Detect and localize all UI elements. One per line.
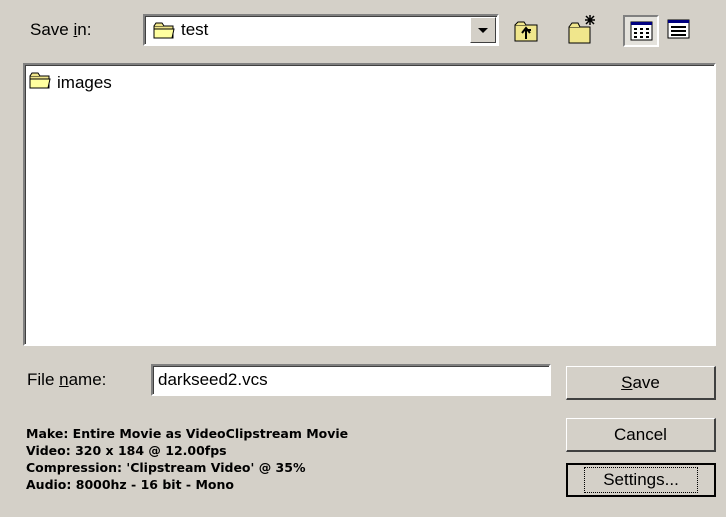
folder-icon	[153, 22, 175, 44]
list-view-button[interactable]	[623, 15, 659, 47]
info-video: Video: 320 x 184 @ 12.00fps	[26, 443, 227, 458]
list-view-icon	[630, 21, 653, 41]
details-view-button[interactable]	[662, 15, 698, 47]
file-name-value: darkseed2.vcs	[158, 370, 268, 389]
chevron-down-icon	[478, 28, 488, 33]
dropdown-arrow-button[interactable]	[470, 17, 496, 43]
cancel-button[interactable]: Cancel	[566, 418, 716, 452]
file-name-label: File name:	[27, 370, 107, 389]
up-one-level-icon	[514, 21, 538, 42]
file-name-field[interactable]: darkseed2.vcs	[151, 364, 551, 396]
movie-info: Make: Entire Movie as VideoClipstream Mo…	[26, 425, 348, 493]
info-make: Make: Entire Movie as VideoClipstream Mo…	[26, 426, 349, 441]
save-in-value: test	[181, 20, 209, 39]
details-view-icon	[667, 19, 690, 39]
up-one-level-button[interactable]	[510, 15, 542, 47]
list-item-label: images	[57, 73, 112, 92]
list-item[interactable]: images	[29, 72, 112, 94]
info-compression: Compression: 'Clipstream Video' @ 35%	[26, 460, 306, 475]
create-new-folder-icon	[568, 15, 595, 44]
file-list[interactable]: images	[23, 63, 716, 346]
save-in-label: Save in:	[30, 20, 92, 39]
settings-button[interactable]: Settings...	[566, 463, 716, 497]
create-new-folder-button[interactable]	[566, 11, 598, 44]
info-audio: Audio: 8000hz - 16 bit - Mono	[26, 477, 234, 492]
save-button[interactable]: Save	[566, 366, 716, 400]
save-in-dropdown[interactable]: test	[143, 14, 499, 46]
folder-icon	[29, 72, 51, 94]
